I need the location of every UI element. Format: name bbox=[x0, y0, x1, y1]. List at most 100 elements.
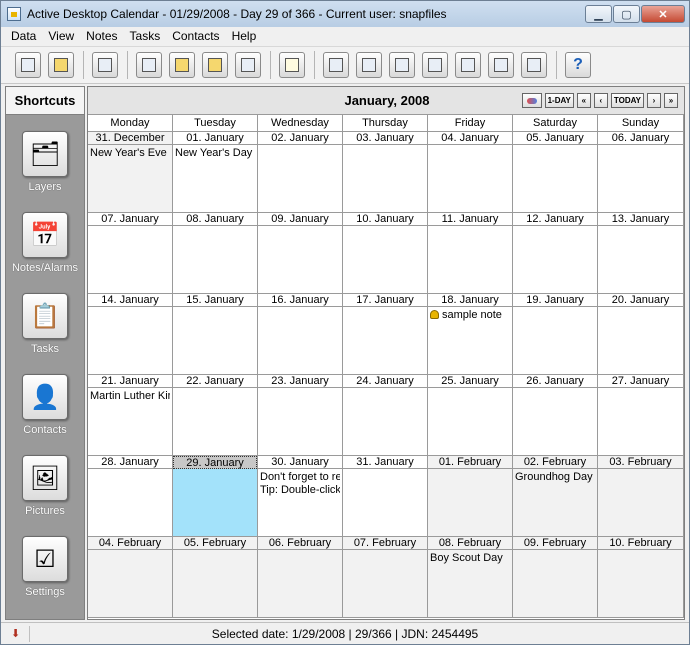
menu-contacts[interactable]: Contacts bbox=[166, 29, 225, 43]
day-events[interactable] bbox=[428, 469, 512, 536]
calendar-event[interactable]: sample note bbox=[430, 309, 510, 322]
menu-view[interactable]: View bbox=[42, 29, 80, 43]
check-task-icon[interactable] bbox=[356, 52, 382, 78]
day-cell[interactable]: 08. January bbox=[173, 213, 258, 294]
delete-layer-icon[interactable] bbox=[235, 52, 261, 78]
day-events[interactable]: Martin Luther King, bbox=[88, 388, 172, 455]
day-cell[interactable]: 01. January New Year's Day bbox=[173, 132, 258, 213]
day-events[interactable] bbox=[343, 307, 427, 374]
menu-help[interactable]: Help bbox=[226, 29, 263, 43]
day-events[interactable] bbox=[343, 226, 427, 293]
prev-button[interactable]: ‹ bbox=[593, 93, 608, 108]
day-cell[interactable]: 03. February bbox=[598, 456, 684, 537]
move-down-icon[interactable] bbox=[422, 52, 448, 78]
day-cell[interactable]: 10. January bbox=[343, 213, 428, 294]
day-cell[interactable]: 15. January bbox=[173, 294, 258, 375]
day-events[interactable] bbox=[258, 550, 342, 617]
shortcut-pictures[interactable]: 🖼 Pictures bbox=[6, 449, 84, 527]
shortcut-notes-alarms[interactable]: 📅 Notes/Alarms bbox=[6, 206, 84, 284]
day-events[interactable] bbox=[343, 388, 427, 455]
day-events[interactable] bbox=[343, 469, 427, 536]
day-cell[interactable]: 22. January bbox=[173, 375, 258, 456]
today-button[interactable]: TODAY bbox=[610, 93, 644, 108]
day-cell[interactable]: 09. February bbox=[513, 537, 598, 618]
notes-alarms-icon[interactable]: 📅 bbox=[22, 212, 68, 258]
day-cell[interactable]: 04. January bbox=[428, 132, 513, 213]
day-events[interactable] bbox=[173, 226, 257, 293]
tasks-icon[interactable]: 📋 bbox=[22, 293, 68, 339]
alarm-icon[interactable] bbox=[48, 52, 74, 78]
edit-task-icon[interactable] bbox=[323, 52, 349, 78]
one-day-button[interactable]: 1-DAY bbox=[544, 93, 574, 108]
day-cell[interactable]: 16. January bbox=[258, 294, 343, 375]
day-events[interactable] bbox=[428, 388, 512, 455]
move-top-icon[interactable] bbox=[455, 52, 481, 78]
day-cell[interactable]: 23. January bbox=[258, 375, 343, 456]
day-cell[interactable]: 17. January bbox=[343, 294, 428, 375]
day-events[interactable] bbox=[88, 550, 172, 617]
day-cell[interactable]: 10. February bbox=[598, 537, 684, 618]
day-cell[interactable]: 21. January Martin Luther King, bbox=[88, 375, 173, 456]
day-cell[interactable]: 05. February bbox=[173, 537, 258, 618]
note-icon[interactable] bbox=[279, 52, 305, 78]
layers-icon[interactable]: 🗂 bbox=[22, 131, 68, 177]
day-events[interactable] bbox=[258, 307, 342, 374]
day-events[interactable] bbox=[513, 226, 597, 293]
picture-layer-icon[interactable] bbox=[202, 52, 228, 78]
day-cell[interactable]: 06. February bbox=[258, 537, 343, 618]
day-events[interactable] bbox=[598, 388, 683, 455]
print-icon[interactable] bbox=[92, 52, 118, 78]
contacts-icon[interactable]: 👤 bbox=[22, 374, 68, 420]
color-layer-button[interactable] bbox=[521, 93, 542, 108]
minimize-button[interactable]: ▁ bbox=[585, 5, 612, 23]
day-events[interactable] bbox=[513, 550, 597, 617]
shortcut-tasks[interactable]: 📋 Tasks bbox=[6, 287, 84, 365]
calendar-event[interactable]: Don't forget to regis bbox=[260, 471, 340, 484]
day-events[interactable] bbox=[173, 550, 257, 617]
day-cell[interactable]: 14. January bbox=[88, 294, 173, 375]
calendar-icon[interactable] bbox=[15, 52, 41, 78]
day-events[interactable] bbox=[598, 145, 683, 212]
calendar-event[interactable]: Boy Scout Day bbox=[430, 552, 510, 565]
move-bottom-icon[interactable] bbox=[488, 52, 514, 78]
menu-notes[interactable]: Notes bbox=[80, 29, 123, 43]
day-events[interactable] bbox=[428, 226, 512, 293]
day-cell[interactable]: 30. JanuaryDon't forget to regisTip: Dou… bbox=[258, 456, 343, 537]
title-bar[interactable]: Active Desktop Calendar - 01/29/2008 - D… bbox=[1, 1, 689, 27]
day-cell[interactable]: 08. February Boy Scout Day bbox=[428, 537, 513, 618]
day-cell[interactable]: 31. December New Year's Eve bbox=[88, 132, 173, 213]
day-cell[interactable]: 13. January bbox=[598, 213, 684, 294]
day-events[interactable]: New Year's Eve bbox=[88, 145, 172, 212]
day-cell[interactable]: 26. January bbox=[513, 375, 598, 456]
day-cell[interactable]: 28. January bbox=[88, 456, 173, 537]
help-icon[interactable]: ? bbox=[565, 52, 591, 78]
calendar-event[interactable]: Martin Luther King, bbox=[90, 390, 170, 403]
calendar-event[interactable]: Groundhog Day bbox=[515, 471, 595, 484]
day-cell[interactable]: 06. January bbox=[598, 132, 684, 213]
day-cell[interactable]: 27. January bbox=[598, 375, 684, 456]
day-events[interactable]: Boy Scout Day bbox=[428, 550, 512, 617]
calendar-event[interactable]: New Year's Day bbox=[175, 147, 255, 160]
day-cell[interactable]: 12. January bbox=[513, 213, 598, 294]
day-events[interactable] bbox=[88, 307, 172, 374]
calendar-event[interactable]: Tip: Double-click he bbox=[260, 484, 340, 497]
day-cell[interactable]: 02. January bbox=[258, 132, 343, 213]
day-cell[interactable]: 19. January bbox=[513, 294, 598, 375]
day-events[interactable] bbox=[513, 145, 597, 212]
day-cell[interactable]: 03. January bbox=[343, 132, 428, 213]
day-cell[interactable]: 24. January bbox=[343, 375, 428, 456]
day-cell[interactable]: 09. January bbox=[258, 213, 343, 294]
next-month-button[interactable]: » bbox=[664, 93, 678, 108]
edit-layer-icon[interactable] bbox=[136, 52, 162, 78]
shortcut-contacts[interactable]: 👤 Contacts bbox=[6, 368, 84, 446]
day-events[interactable]: New Year's Day bbox=[173, 145, 257, 212]
next-button[interactable]: › bbox=[647, 93, 661, 108]
day-cell[interactable]: 02. February Groundhog Day bbox=[513, 456, 598, 537]
day-events[interactable]: Groundhog Day bbox=[513, 469, 597, 536]
day-cell[interactable]: 04. February bbox=[88, 537, 173, 618]
day-events[interactable] bbox=[343, 145, 427, 212]
day-events[interactable] bbox=[258, 145, 342, 212]
move-up-icon[interactable] bbox=[389, 52, 415, 78]
download-icon[interactable]: ⬇ bbox=[11, 627, 25, 641]
delete-task-icon[interactable] bbox=[521, 52, 547, 78]
